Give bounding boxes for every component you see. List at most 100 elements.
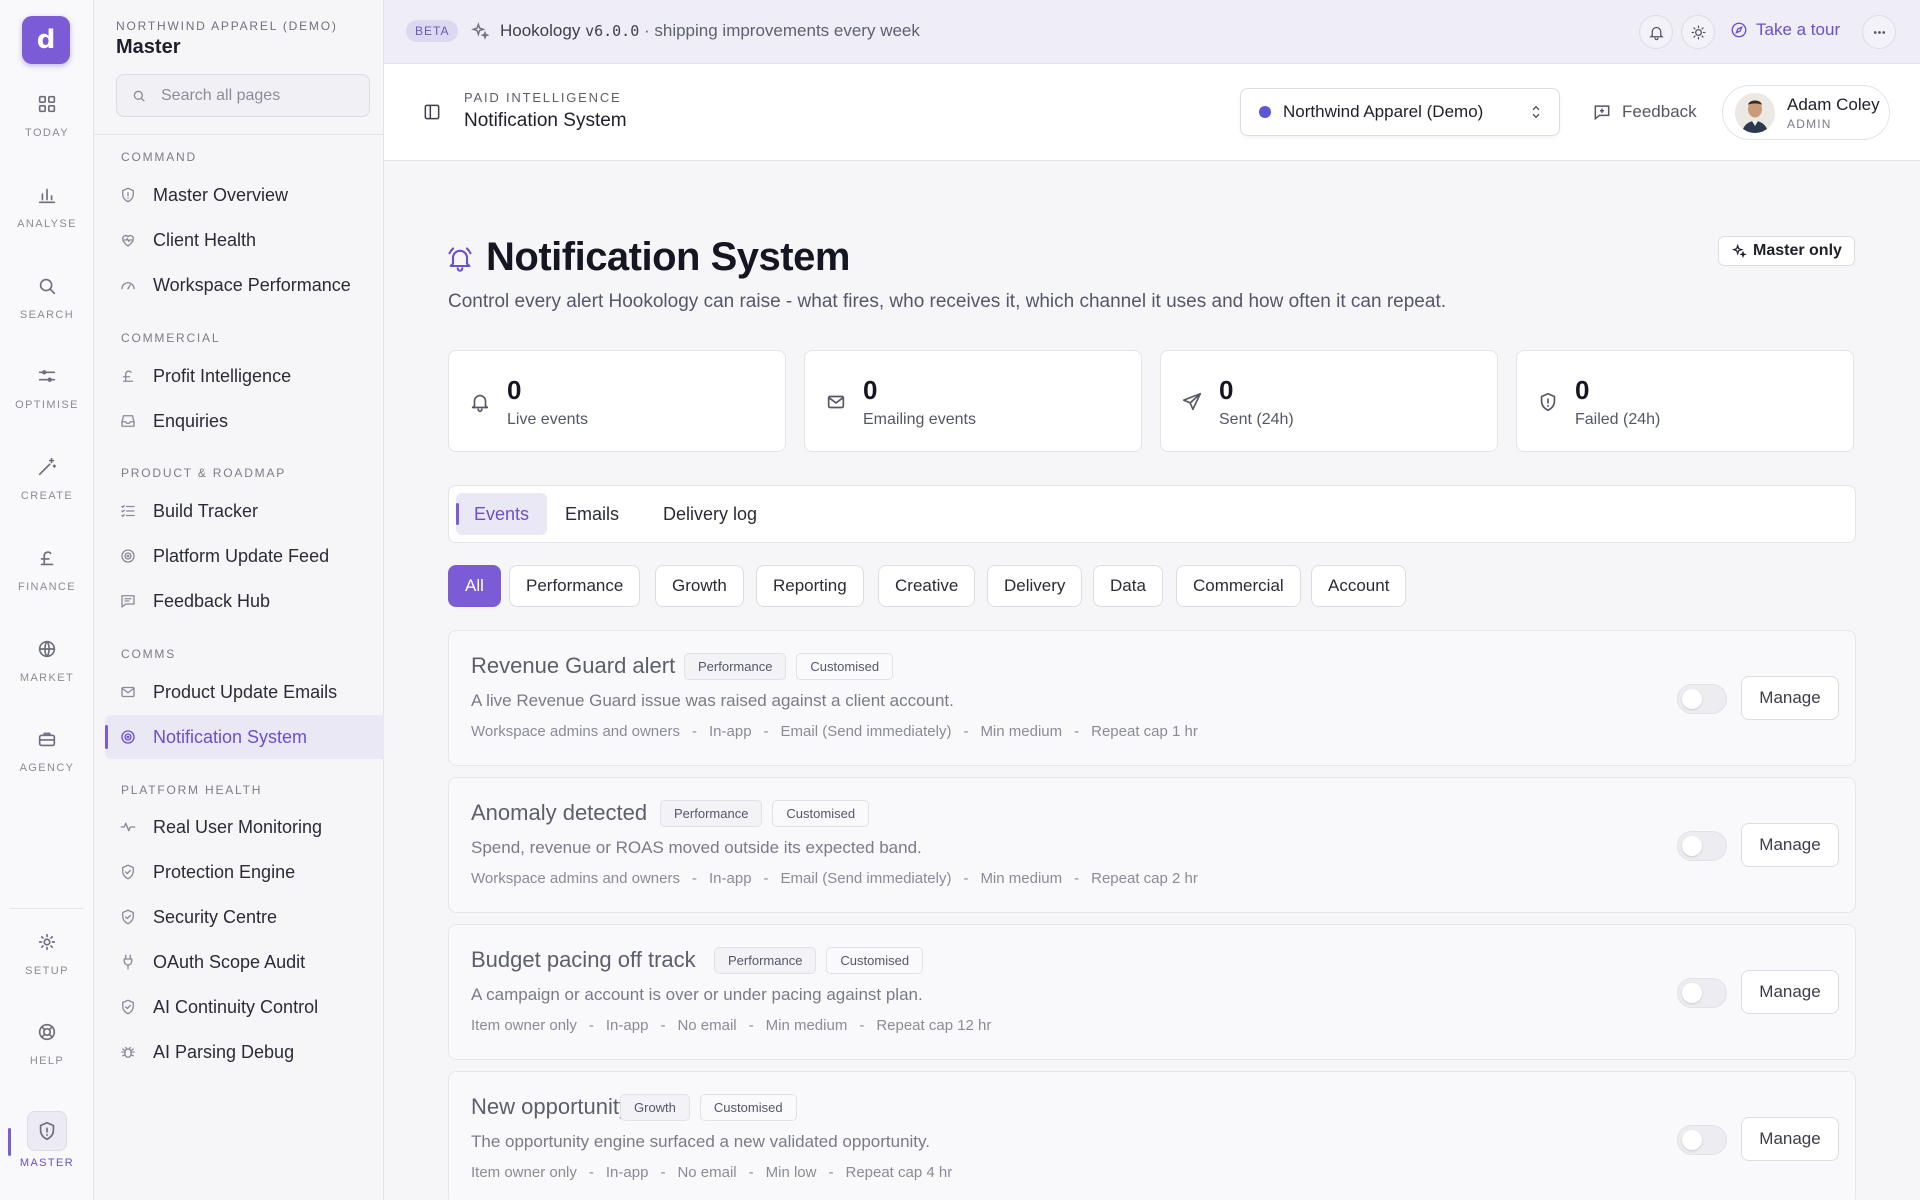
rail-item-master[interactable]: MASTER <box>0 1102 94 1178</box>
nav-item-feedback-hub[interactable]: Feedback Hub <box>105 579 384 623</box>
filter-chip-creative[interactable]: Creative <box>878 565 976 607</box>
manage-button[interactable]: Manage <box>1741 676 1839 720</box>
rail-label: MASTER <box>19 1157 75 1169</box>
event-tags: Performance Customised <box>660 800 870 827</box>
nav-item-build-tracker[interactable]: Build Tracker <box>105 489 384 533</box>
nav-item-ai-continuity-control[interactable]: AI Continuity Control <box>105 985 384 1029</box>
rail-item-market[interactable]: MARKET <box>0 623 94 699</box>
rail-item-create[interactable]: CREATE <box>0 441 94 517</box>
plug-icon <box>123 954 133 970</box>
stat-card-emailing-events: 0 Emailing events <box>804 350 1142 452</box>
page-title: Notification System <box>486 235 850 279</box>
notifications-button[interactable] <box>1639 15 1673 49</box>
nav-section-label: COMMERCIAL <box>121 331 221 345</box>
manage-button[interactable]: Manage <box>1741 823 1839 867</box>
event-enabled-toggle[interactable] <box>1677 1125 1727 1155</box>
organisation-select[interactable]: Northwind Apparel (Demo) <box>1240 88 1560 136</box>
rail-item-agency[interactable]: AGENCY <box>0 713 94 789</box>
filter-chip-growth[interactable]: Growth <box>655 565 744 607</box>
rail-label: HELP <box>29 1055 65 1067</box>
globe-icon <box>38 640 56 658</box>
nav-item-label: Master Overview <box>153 184 289 205</box>
nav-item-master-overview[interactable]: Master Overview <box>105 173 384 217</box>
filter-chip-account[interactable]: Account <box>1311 565 1407 607</box>
feedback-button[interactable]: Feedback <box>1592 102 1697 122</box>
stat-label: Emailing events <box>863 411 976 428</box>
filter-chip-all[interactable]: All <box>448 565 501 607</box>
filter-chip-data[interactable]: Data <box>1093 565 1163 607</box>
filter-chip-reporting[interactable]: Reporting <box>756 565 864 607</box>
nav-title: Master <box>116 36 181 58</box>
stat-value: 0 <box>1575 375 1590 405</box>
manage-button[interactable]: Manage <box>1741 970 1839 1014</box>
nav-item-label: Product Update Emails <box>153 681 338 702</box>
rail-item-today[interactable]: TODAY <box>0 78 94 154</box>
more-options-button[interactable] <box>1862 15 1896 49</box>
status-badge: Customised <box>772 800 870 827</box>
event-tags: Performance Customised <box>714 947 924 974</box>
nav-item-notification-system[interactable]: Notification System <box>105 715 384 759</box>
meta-repeat-cap: Repeat cap 12 hr <box>876 1017 992 1034</box>
event-title: Revenue Guard alert <box>471 653 676 678</box>
status-badge: Customised <box>826 947 924 974</box>
nav-item-client-health[interactable]: Client Health <box>105 218 384 262</box>
user-menu[interactable]: Adam Coley ADMIN <box>1722 85 1890 140</box>
banner-text: Hookology v6.0.0 · shipping improvements… <box>500 21 920 41</box>
rail-item-optimise[interactable]: OPTIMISE <box>0 350 94 426</box>
rail-item-help[interactable]: HELP <box>0 1006 94 1082</box>
rail-item-search[interactable]: SEARCH <box>0 260 94 336</box>
pound-icon <box>122 370 134 382</box>
filter-chip-performance[interactable]: Performance <box>509 565 641 607</box>
nav-item-workspace-performance[interactable]: Workspace Performance <box>105 263 384 307</box>
filter-chip-delivery[interactable]: Delivery <box>987 565 1083 607</box>
event-enabled-toggle[interactable] <box>1677 978 1727 1008</box>
nav-item-product-update-emails[interactable]: Product Update Emails <box>105 670 384 714</box>
nav-item-real-user-monitoring[interactable]: Real User Monitoring <box>105 805 384 849</box>
sidebar-icon <box>424 104 440 120</box>
main-content: Notification System Master only Control … <box>384 161 1920 1200</box>
theme-toggle-button[interactable] <box>1681 15 1715 49</box>
briefcase-icon <box>38 732 56 747</box>
lifebuoy-icon <box>38 1023 56 1041</box>
meta-repeat-cap: Repeat cap 1 hr <box>1091 723 1198 740</box>
search-placeholder: Search all pages <box>161 86 281 104</box>
search-input[interactable]: Search all pages <box>116 74 370 117</box>
shield-check-icon <box>122 909 134 925</box>
rail-item-finance[interactable]: FINANCE <box>0 532 94 608</box>
app-logo[interactable]: d <box>22 16 70 64</box>
tab-events[interactable]: Events <box>456 493 548 535</box>
take-a-tour-link[interactable]: Take a tour <box>1730 20 1840 40</box>
shield-alert-icon <box>1537 391 1559 418</box>
filter-chip-commercial[interactable]: Commercial <box>1176 565 1301 607</box>
search-icon <box>133 90 145 102</box>
bell-ring-icon <box>446 245 474 278</box>
event-tags: Growth Customised <box>620 1094 797 1121</box>
event-meta: Item owner only - In-app - No email - Min low -… <box>471 1164 953 1181</box>
grid-icon <box>38 95 56 113</box>
nav-item-oauth-scope-audit[interactable]: OAuth Scope Audit <box>105 940 384 984</box>
sidebar-toggle-button[interactable] <box>422 102 442 127</box>
event-tags: Performance Customised <box>684 653 894 680</box>
nav-item-security-centre[interactable]: Security Centre <box>105 895 384 939</box>
nav-item-enquiries[interactable]: Enquiries <box>105 399 384 443</box>
meta-recipients: Workspace admins and owners <box>471 870 680 887</box>
rail-item-analyse[interactable]: ANALYSE <box>0 169 94 245</box>
manage-button[interactable]: Manage <box>1741 1117 1839 1161</box>
nav-item-ai-parsing-debug[interactable]: AI Parsing Debug <box>105 1030 384 1074</box>
tab-emails[interactable]: Emails <box>547 493 637 535</box>
category-badge: Performance <box>684 653 787 680</box>
tab-delivery-log[interactable]: Delivery log <box>645 493 775 535</box>
rail-label: SEARCH <box>19 309 75 321</box>
gear-icon <box>38 933 56 951</box>
event-enabled-toggle[interactable] <box>1677 684 1727 714</box>
meta-repeat-cap: Repeat cap 4 hr <box>845 1164 953 1181</box>
meta-min-severity: Min medium <box>980 870 1063 887</box>
rail-label: TODAY <box>25 127 69 139</box>
nav-item-protection-engine[interactable]: Protection Engine <box>105 850 384 894</box>
heart-pulse-icon <box>122 234 134 247</box>
nav-item-platform-update-feed[interactable]: Platform Update Feed <box>105 534 384 578</box>
nav-item-profit-intelligence[interactable]: Profit Intelligence <box>105 354 384 398</box>
event-enabled-toggle[interactable] <box>1677 831 1727 861</box>
rail-item-setup[interactable]: SETUP <box>0 916 94 992</box>
breadcrumb-section: PAID INTELLIGENCE <box>464 90 622 105</box>
